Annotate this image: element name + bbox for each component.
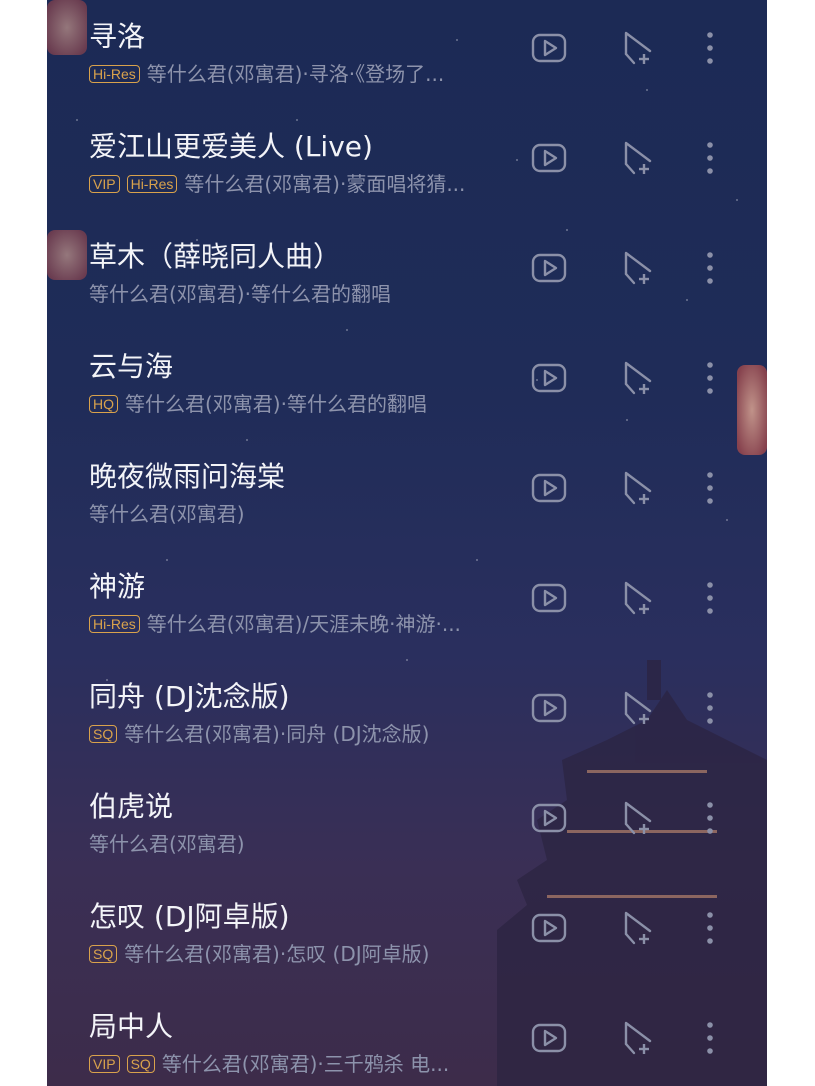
song-row[interactable]: 神游 Hi-Res 等什么君(邓寓君)/天涯未晚·神游·... (47, 550, 767, 660)
song-title: 伯虎说 (89, 790, 174, 823)
song-title: 寻洛 (89, 20, 146, 53)
more-vertical-icon[interactable] (688, 796, 732, 840)
song-title: 怎叹 (DJ阿卓版) (89, 900, 290, 933)
video-play-icon[interactable] (527, 1016, 571, 1060)
more-vertical-icon[interactable] (688, 906, 732, 950)
vip-badge: VIP (89, 1055, 120, 1073)
more-vertical-icon[interactable] (688, 686, 732, 730)
quality-badge: SQ (126, 1055, 155, 1073)
song-row[interactable]: 晚夜微雨问海棠 等什么君(邓寓君) (47, 440, 767, 550)
more-vertical-icon[interactable] (688, 136, 732, 180)
add-to-playlist-icon[interactable] (617, 246, 661, 290)
song-subtitle: 等什么君(邓寓君) (89, 500, 534, 528)
song-subtitle: 等什么君(邓寓君)·等什么君的翻唱 (89, 280, 534, 308)
song-row[interactable]: 同舟 (DJ沈念版) SQ 等什么君(邓寓君)·同舟 (DJ沈念版) (47, 660, 767, 770)
song-artist: 等什么君(邓寓君)·蒙面唱将猜... (184, 172, 466, 196)
song-artist: 等什么君(邓寓君)/天涯未晚·神游·... (146, 612, 461, 636)
video-play-icon[interactable] (527, 576, 571, 620)
song-subtitle: VIP SQ 等什么君(邓寓君)·三千鸦杀 电... (89, 1050, 534, 1078)
add-to-playlist-icon[interactable] (617, 686, 661, 730)
song-title: 神游 (89, 570, 146, 603)
add-to-playlist-icon[interactable] (617, 466, 661, 510)
quality-badge: Hi-Res (89, 65, 140, 83)
add-to-playlist-icon[interactable] (617, 356, 661, 400)
video-play-icon[interactable] (527, 686, 571, 730)
song-artist: 等什么君(邓寓君)·三千鸦杀 电... (161, 1052, 450, 1076)
song-subtitle: VIP Hi-Res 等什么君(邓寓君)·蒙面唱将猜... (89, 170, 534, 198)
song-subtitle: Hi-Res 等什么君(邓寓君)/天涯未晚·神游·... (89, 610, 534, 638)
song-subtitle: HQ 等什么君(邓寓君)·等什么君的翻唱 (89, 390, 534, 418)
more-vertical-icon[interactable] (688, 26, 732, 70)
quality-badge: SQ (89, 945, 118, 963)
song-row[interactable]: 伯虎说 等什么君(邓寓君) (47, 770, 767, 880)
song-title: 爱江山更爱美人 (Live) (89, 130, 373, 163)
song-title: 晚夜微雨问海棠 (89, 460, 286, 493)
more-vertical-icon[interactable] (688, 246, 732, 290)
add-to-playlist-icon[interactable] (617, 26, 661, 70)
video-play-icon[interactable] (527, 26, 571, 70)
song-artist: 等什么君(邓寓君)·等什么君的翻唱 (89, 282, 391, 306)
song-row[interactable]: 寻洛 Hi-Res 等什么君(邓寓君)·寻洛·《登场了... (47, 0, 767, 110)
video-play-icon[interactable] (527, 356, 571, 400)
song-artist: 等什么君(邓寓君)·等什么君的翻唱 (125, 392, 427, 416)
add-to-playlist-icon[interactable] (617, 1016, 661, 1060)
video-play-icon[interactable] (527, 246, 571, 290)
more-vertical-icon[interactable] (688, 356, 732, 400)
song-subtitle: SQ 等什么君(邓寓君)·怎叹 (DJ阿卓版) (89, 940, 534, 968)
video-play-icon[interactable] (527, 906, 571, 950)
add-to-playlist-icon[interactable] (617, 796, 661, 840)
add-to-playlist-icon[interactable] (617, 576, 661, 620)
vip-badge: VIP (89, 175, 120, 193)
song-subtitle: 等什么君(邓寓君) (89, 830, 534, 858)
song-artist: 等什么君(邓寓君)·同舟 (DJ沈念版) (124, 722, 430, 746)
video-play-icon[interactable] (527, 796, 571, 840)
song-title: 草木（薛晓同人曲） (89, 240, 342, 273)
more-vertical-icon[interactable] (688, 466, 732, 510)
add-to-playlist-icon[interactable] (617, 136, 661, 180)
song-row[interactable]: 草木（薛晓同人曲） 等什么君(邓寓君)·等什么君的翻唱 (47, 220, 767, 330)
song-title: 同舟 (DJ沈念版) (89, 680, 290, 713)
quality-badge: Hi-Res (89, 615, 140, 633)
quality-badge: HQ (89, 395, 118, 413)
add-to-playlist-icon[interactable] (617, 906, 661, 950)
song-list-screen: 寻洛 Hi-Res 等什么君(邓寓君)·寻洛·《登场了... 爱江山更爱美人 (… (47, 0, 767, 1086)
song-title: 云与海 (89, 350, 174, 383)
more-vertical-icon[interactable] (688, 576, 732, 620)
song-title: 局中人 (89, 1010, 174, 1043)
video-play-icon[interactable] (527, 136, 571, 180)
song-artist: 等什么君(邓寓君) (89, 502, 245, 526)
song-subtitle: SQ 等什么君(邓寓君)·同舟 (DJ沈念版) (89, 720, 534, 748)
song-artist: 等什么君(邓寓君) (89, 832, 245, 856)
song-row[interactable]: 怎叹 (DJ阿卓版) SQ 等什么君(邓寓君)·怎叹 (DJ阿卓版) (47, 880, 767, 990)
video-play-icon[interactable] (527, 466, 571, 510)
song-row[interactable]: 局中人 VIP SQ 等什么君(邓寓君)·三千鸦杀 电... (47, 990, 767, 1086)
more-vertical-icon[interactable] (688, 1016, 732, 1060)
song-artist: 等什么君(邓寓君)·怎叹 (DJ阿卓版) (124, 942, 430, 966)
quality-badge: SQ (89, 725, 118, 743)
song-artist: 等什么君(邓寓君)·寻洛·《登场了... (146, 62, 445, 86)
quality-badge: Hi-Res (126, 175, 178, 193)
song-subtitle: Hi-Res 等什么君(邓寓君)·寻洛·《登场了... (89, 60, 534, 88)
song-row[interactable]: 云与海 HQ 等什么君(邓寓君)·等什么君的翻唱 (47, 330, 767, 440)
song-row[interactable]: 爱江山更爱美人 (Live) VIP Hi-Res 等什么君(邓寓君)·蒙面唱将… (47, 110, 767, 220)
